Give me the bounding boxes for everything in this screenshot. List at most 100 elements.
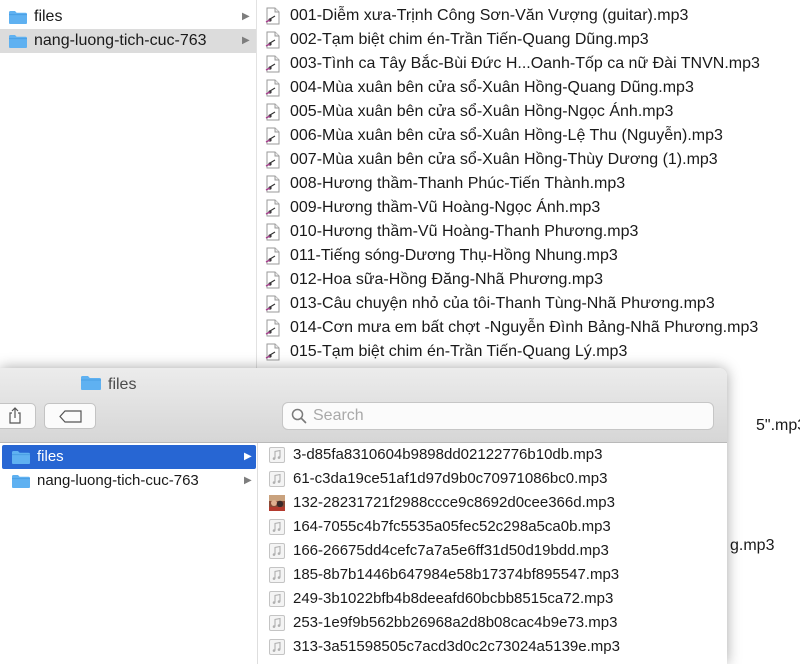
audio-file-icon [264, 319, 282, 342]
back-sidebar-item-label: files [34, 8, 63, 25]
audio-file-icon [264, 103, 282, 126]
chevron-right-icon[interactable]: ▶ [244, 451, 252, 463]
file-name: 3-d85fa8310604b9898dd02122776b10db.mp3 [293, 446, 603, 463]
file-row[interactable]: 012-Hoa sữa-Hồng Đăng-Nhã Phương.mp3 [257, 268, 800, 292]
file-row[interactable]: 249-3b1022bfb4b8deeafd60bcbb8515ca72.mp3 [258, 587, 727, 611]
audio-file-icon [268, 518, 286, 541]
audio-file-icon [264, 175, 282, 198]
back-sidebar-item-nang-luong-tich-cuc-763[interactable]: nang-luong-tich-cuc-763 ▶ [0, 29, 256, 53]
partially-hidden-filename: g.mp3 [730, 537, 775, 554]
window-toolbar: files [0, 368, 727, 443]
folder-icon [8, 10, 28, 30]
file-name: 010-Hương thầm-Vũ Hoàng-Thanh Phương.mp3 [290, 223, 639, 240]
audio-file-icon [268, 566, 286, 589]
file-name: 006-Mùa xuân bên cửa sổ-Xuân Hồng-Lệ Thu… [290, 127, 723, 144]
file-row[interactable]: 007-Mùa xuân bên cửa sổ-Xuân Hồng-Thùy D… [257, 148, 800, 172]
file-name: 164-7055c4b7fc5535a05fec52c298a5ca0b.mp3 [293, 518, 611, 535]
window-title: files [80, 374, 136, 396]
file-name: 008-Hương thầm-Thanh Phúc-Tiến Thành.mp3 [290, 175, 626, 192]
file-row[interactable]: 61-c3da19ce51af1d97d9b0c70971086bc0.mp3 [258, 467, 727, 491]
file-row[interactable]: 011-Tiếng sóng-Dương Thụ-Hồng Nhung.mp3 [257, 244, 800, 268]
back-sidebar-item-label: nang-luong-tich-cuc-763 [34, 32, 207, 49]
audio-file-icon [264, 7, 282, 30]
album-art-icon [268, 494, 286, 517]
chevron-right-icon[interactable]: ▶ [244, 475, 252, 487]
window-title-text: files [108, 376, 137, 393]
front-file-list: 3-d85fa8310604b9898dd02122776b10db.mp3 61… [258, 443, 727, 659]
file-row[interactable]: 014-Cơn mưa em bất chợt -Nguyễn Đình Bản… [257, 316, 800, 340]
folder-icon [8, 34, 28, 54]
file-name: 253-1e9f9b562bb26968a2d8b08cac4b9e73.mp3 [293, 614, 618, 631]
file-row[interactable]: 185-8b7b1446b647984e58b17374bf895547.mp3 [258, 563, 727, 587]
file-row[interactable]: 3-d85fa8310604b9898dd02122776b10db.mp3 [258, 443, 727, 467]
file-name: 61-c3da19ce51af1d97d9b0c70971086bc0.mp3 [293, 470, 608, 487]
file-row[interactable]: 010-Hương thầm-Vũ Hoàng-Thanh Phương.mp3 [257, 220, 800, 244]
file-name: 007-Mùa xuân bên cửa sổ-Xuân Hồng-Thùy D… [290, 151, 718, 168]
file-row[interactable]: 313-3a51598505c7acd3d0c2c73024a5139e.mp3 [258, 635, 727, 659]
audio-file-icon [264, 199, 282, 222]
folder-icon [11, 474, 31, 494]
file-row[interactable]: 013-Câu chuyện nhỏ của tôi-Thanh Tùng-Nh… [257, 292, 800, 316]
file-row[interactable]: 164-7055c4b7fc5535a05fec52c298a5ca0b.mp3 [258, 515, 727, 539]
back-file-list: 001-Diễm xưa-Trịnh Công Sơn-Văn Vượng (g… [257, 4, 800, 364]
front-sidebar: files ▶ nang-luong-tich-cuc-763 ▶ [0, 443, 258, 664]
file-row[interactable]: 001-Diễm xưa-Trịnh Công Sơn-Văn Vượng (g… [257, 4, 800, 28]
audio-file-icon [268, 470, 286, 493]
front-sidebar-item-files[interactable]: files ▶ [2, 445, 256, 469]
file-name: 004-Mùa xuân bên cửa sổ-Xuân Hồng-Quang … [290, 79, 694, 96]
file-row[interactable]: 132-28231721f2988ccce9c8692d0cee366d.mp3 [258, 491, 727, 515]
audio-file-icon [264, 31, 282, 54]
chevron-right-icon[interactable]: ▶ [242, 11, 250, 23]
file-name: 313-3a51598505c7acd3d0c2c73024a5139e.mp3 [293, 638, 620, 655]
file-row[interactable]: 253-1e9f9b562bb26968a2d8b08cac4b9e73.mp3 [258, 611, 727, 635]
audio-file-icon [264, 55, 282, 78]
file-name: 249-3b1022bfb4b8deeafd60bcbb8515ca72.mp3 [293, 590, 614, 607]
file-row[interactable]: 006-Mùa xuân bên cửa sổ-Xuân Hồng-Lệ Thu… [257, 124, 800, 148]
file-name: 012-Hoa sữa-Hồng Đăng-Nhã Phương.mp3 [290, 271, 603, 288]
audio-file-icon [264, 271, 282, 294]
file-name: 001-Diễm xưa-Trịnh Công Sơn-Văn Vượng (g… [290, 7, 689, 24]
audio-file-icon [264, 151, 282, 174]
share-icon [9, 407, 21, 424]
share-button[interactable] [0, 403, 36, 429]
front-finder-window: files files ▶ [0, 368, 727, 664]
file-name: 166-26675dd4cefc7a7a5e6ff31d50d19bdd.mp3 [293, 542, 609, 559]
file-row[interactable]: 008-Hương thầm-Thanh Phúc-Tiến Thành.mp3 [257, 172, 800, 196]
front-sidebar-item-nang-luong-tich-cuc-763[interactable]: nang-luong-tich-cuc-763 ▶ [2, 469, 256, 493]
file-name: 003-Tình ca Tây Bắc-Bùi Đức H...Oanh-Tốp… [290, 55, 760, 72]
search-icon [291, 408, 307, 424]
file-row[interactable]: 005-Mùa xuân bên cửa sổ-Xuân Hồng-Ngọc Á… [257, 100, 800, 124]
file-name: 015-Tạm biệt chim én-Trần Tiến-Quang Lý.… [290, 343, 628, 360]
file-name: 013-Câu chuyện nhỏ của tôi-Thanh Tùng-Nh… [290, 295, 715, 312]
audio-file-icon [264, 295, 282, 318]
partially-hidden-filename: 5".mp3 [756, 417, 800, 434]
file-row[interactable]: 015-Tạm biệt chim én-Trần Tiến-Quang Lý.… [257, 340, 800, 364]
tag-button[interactable] [44, 403, 96, 429]
file-name: 002-Tạm biệt chim én-Trần Tiến-Quang Dũn… [290, 31, 649, 48]
tag-icon [59, 410, 82, 423]
search-input[interactable] [313, 406, 703, 426]
file-row[interactable]: 009-Hương thầm-Vũ Hoàng-Ngọc Ánh.mp3 [257, 196, 800, 220]
folder-icon [11, 450, 31, 470]
audio-file-icon [264, 223, 282, 246]
file-name: 011-Tiếng sóng-Dương Thụ-Hồng Nhung.mp3 [290, 247, 618, 264]
back-sidebar-item-files[interactable]: files ▶ [0, 5, 256, 29]
chevron-right-icon[interactable]: ▶ [242, 35, 250, 47]
file-row[interactable]: 004-Mùa xuân bên cửa sổ-Xuân Hồng-Quang … [257, 76, 800, 100]
audio-file-icon [268, 446, 286, 469]
file-name: 014-Cơn mưa em bất chợt -Nguyễn Đình Bản… [290, 319, 759, 336]
search-field[interactable] [282, 402, 714, 430]
front-sidebar-item-label: files [37, 448, 64, 465]
file-row[interactable]: 166-26675dd4cefc7a7a5e6ff31d50d19bdd.mp3 [258, 539, 727, 563]
folder-icon [80, 375, 102, 396]
audio-file-icon [264, 79, 282, 102]
file-row[interactable]: 002-Tạm biệt chim én-Trần Tiến-Quang Dũn… [257, 28, 800, 52]
audio-file-icon [268, 614, 286, 637]
file-name: 132-28231721f2988ccce9c8692d0cee366d.mp3 [293, 494, 615, 511]
file-name: 009-Hương thầm-Vũ Hoàng-Ngọc Ánh.mp3 [290, 199, 601, 216]
audio-file-icon [268, 590, 286, 613]
audio-file-icon [264, 343, 282, 366]
audio-file-icon [268, 638, 286, 661]
front-sidebar-item-label: nang-luong-tich-cuc-763 [37, 472, 199, 489]
file-row[interactable]: 003-Tình ca Tây Bắc-Bùi Đức H...Oanh-Tốp… [257, 52, 800, 76]
